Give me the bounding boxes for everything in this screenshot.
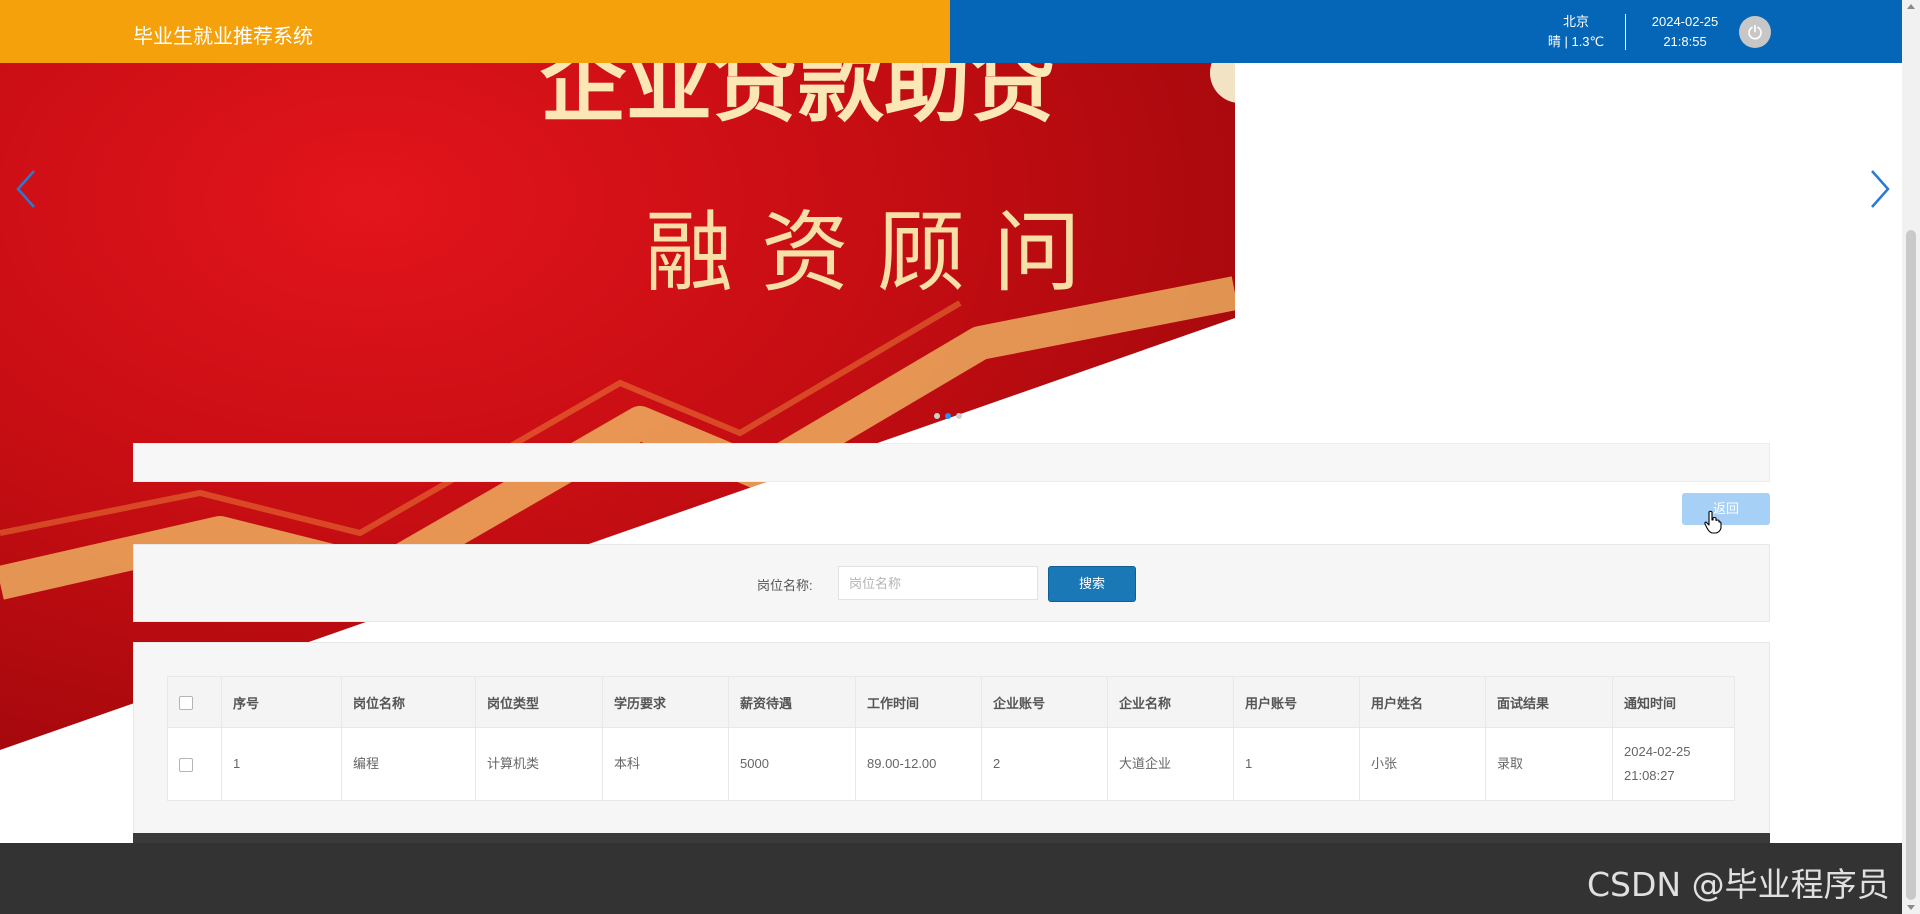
banner-headline: 企业贷款助贷 <box>540 63 1056 134</box>
top-header: 毕业生就业推荐系统 北京 晴 | 1.3℃ 2024-02-25 21:8:55 <box>0 0 1902 63</box>
carousel-prev-button[interactable] <box>6 159 46 219</box>
table-cell: 小张 <box>1359 727 1486 801</box>
column-header[interactable]: 企业名称 <box>1107 676 1234 728</box>
table-cell: 本科 <box>602 727 729 801</box>
carousel-dot[interactable] <box>934 413 940 419</box>
table-header-row: 序号 岗位名称 岗位类型 学历要求 薪资待遇 工作时间 企业账号 企业名称 用户… <box>167 676 1735 728</box>
carousel-dot[interactable] <box>956 413 962 419</box>
interview-results-table: 序号 岗位名称 岗位类型 学历要求 薪资待遇 工作时间 企业账号 企业名称 用户… <box>167 676 1735 801</box>
table-cell: 计算机类 <box>475 727 603 801</box>
logout-button[interactable] <box>1739 16 1771 48</box>
table-cell: 2024-02-25 21:08:27 <box>1612 727 1735 801</box>
current-time: 21:8:55 <box>1663 34 1707 49</box>
watermark-text: CSDN @毕业程序员 <box>1587 865 1890 904</box>
column-header[interactable]: 岗位名称 <box>341 676 476 728</box>
site-title[interactable]: 毕业生就业推荐系统 <box>133 20 313 49</box>
hand-cursor-icon <box>1704 510 1722 534</box>
carousel-dot-active[interactable] <box>945 413 951 419</box>
table-cell: 编程 <box>341 727 476 801</box>
scrollbar-thumb[interactable] <box>1906 230 1916 900</box>
table-cell: 录取 <box>1485 727 1613 801</box>
page-title-strip <box>133 443 1770 482</box>
chevron-right-icon <box>1871 170 1890 208</box>
column-header[interactable]: 用户姓名 <box>1359 676 1486 728</box>
current-date: 2024-02-25 <box>1651 14 1719 29</box>
scroll-up-arrow-icon[interactable] <box>1907 4 1915 9</box>
column-header[interactable]: 学历要求 <box>602 676 729 728</box>
column-header[interactable]: 通知时间 <box>1612 676 1735 728</box>
column-header[interactable]: 薪资待遇 <box>728 676 856 728</box>
weather-condition: 晴 | 1.3℃ <box>1547 34 1605 49</box>
row-checkbox[interactable] <box>179 757 193 772</box>
header-brand-bar: 毕业生就业推荐系统 <box>0 0 950 63</box>
carousel-dots <box>934 406 967 419</box>
column-header[interactable]: 用户账号 <box>1233 676 1360 728</box>
table-cell: 89.00-12.00 <box>855 727 982 801</box>
select-all-checkbox[interactable] <box>179 695 193 710</box>
chevron-left-icon <box>16 170 35 208</box>
power-icon <box>1748 24 1762 40</box>
job-name-label: 岗位名称: <box>757 578 813 593</box>
weather-city: 北京 <box>1562 14 1589 29</box>
weather-widget: 北京 晴 | 1.3℃ <box>1528 12 1624 52</box>
back-button[interactable]: 返回 <box>1682 493 1770 525</box>
carousel-next-button[interactable] <box>1860 159 1900 219</box>
banner-subheadline: 融 资 顾 问 <box>645 201 1081 304</box>
table-cell: 1 <box>1233 727 1360 801</box>
page-scrollbar[interactable] <box>1902 0 1920 914</box>
column-header[interactable]: 面试结果 <box>1485 676 1613 728</box>
column-header[interactable]: 工作时间 <box>855 676 982 728</box>
table-cell: 2 <box>981 727 1108 801</box>
select-all-cell <box>167 676 222 728</box>
header-divider <box>1625 14 1626 50</box>
scroll-down-arrow-icon[interactable] <box>1907 905 1915 910</box>
column-header[interactable]: 企业账号 <box>981 676 1108 728</box>
table-cell: 1 <box>221 727 342 801</box>
search-button[interactable]: 搜索 <box>1048 566 1136 602</box>
table-row[interactable]: 1 编程 计算机类 本科 5000 89.00-12.00 2 大道企业 1 小… <box>167 727 1735 801</box>
column-header[interactable]: 序号 <box>221 676 342 728</box>
content-bottom-edge <box>133 833 1770 843</box>
column-header[interactable]: 岗位类型 <box>475 676 603 728</box>
table-cell: 5000 <box>728 727 856 801</box>
clock-widget: 2024-02-25 21:8:55 <box>1640 12 1730 52</box>
table-cell: 大道企业 <box>1107 727 1234 801</box>
job-name-search-input[interactable] <box>838 566 1038 600</box>
row-select-cell <box>167 727 222 801</box>
